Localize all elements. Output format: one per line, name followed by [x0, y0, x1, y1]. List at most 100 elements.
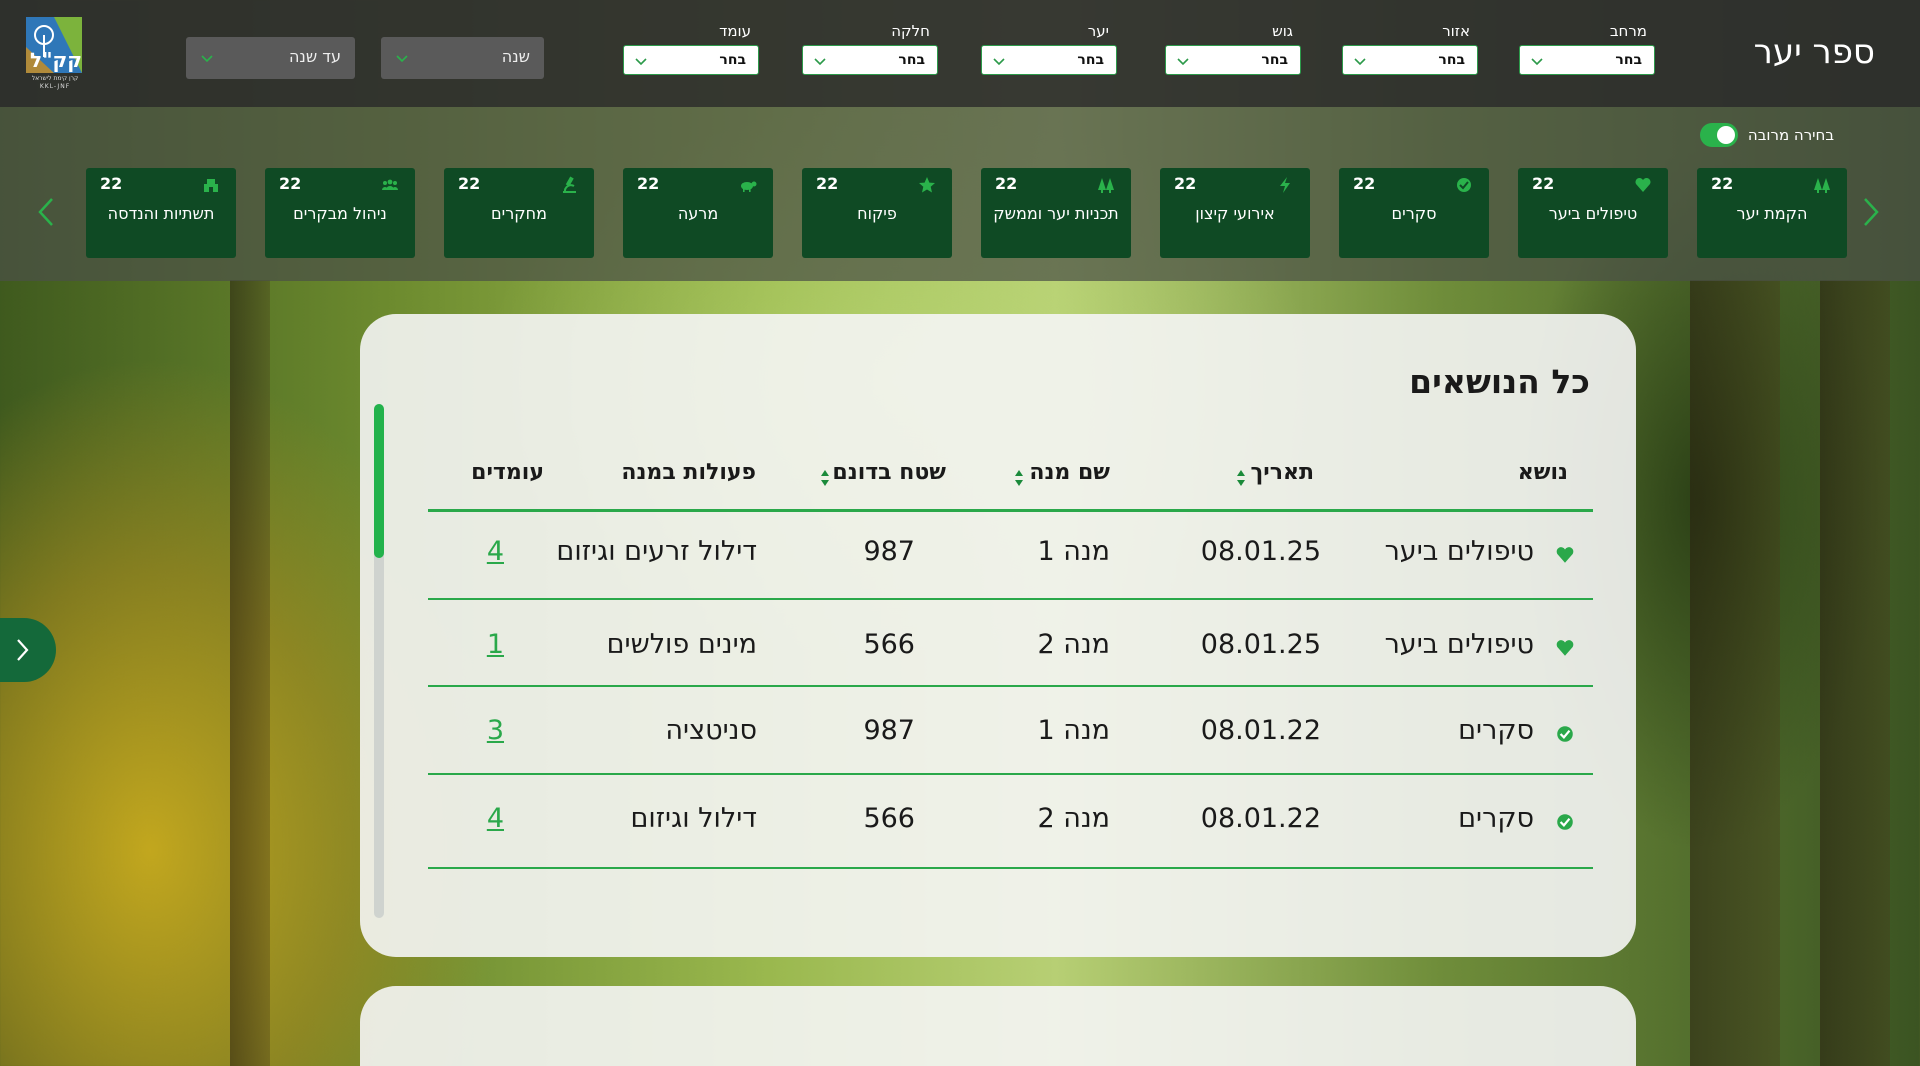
select-value: בחר — [1438, 52, 1465, 68]
category-card-extreme-events[interactable]: 22 אירועי קיצון — [1160, 168, 1310, 258]
category-card-visitor-management[interactable]: 22 ניהול מבקרים — [265, 168, 415, 258]
cell-topic: סקרים — [1458, 803, 1534, 834]
heart-icon — [1556, 547, 1574, 563]
helka-select[interactable]: בחר — [802, 45, 938, 75]
survey-icon — [1557, 726, 1573, 742]
ezor-select[interactable]: בחר — [1342, 45, 1478, 75]
category-count: 22 — [637, 174, 660, 193]
row-divider — [428, 598, 1593, 600]
chevron-down-icon — [635, 58, 647, 66]
filter-merhav: מרחב בחר — [1519, 22, 1655, 75]
column-header-date[interactable]: תאריך — [1251, 460, 1314, 485]
engineering-icon — [204, 179, 218, 192]
category-card-forest-treatments[interactable]: 22 טיפולים ביער — [1518, 168, 1668, 258]
background-trunk — [1820, 280, 1890, 1066]
column-header-portion-name[interactable]: שם מנה — [1029, 460, 1110, 485]
chevron-down-icon — [1531, 58, 1543, 66]
category-name: תכניות יער וממשק — [993, 204, 1119, 223]
column-header-actions: פעולות במנה — [621, 460, 756, 485]
sort-icon[interactable] — [1014, 466, 1024, 490]
top-header: קק"ל קרן קימת לישראל KKL-JNF ספר יער מרח… — [0, 0, 1920, 107]
multi-select-toggle-wrap: בחירה מרובה — [1699, 123, 1834, 147]
category-name: תשתיות והנדסה — [107, 204, 215, 223]
scrollbar-thumb[interactable] — [374, 404, 384, 558]
select-value: עד שנה — [288, 47, 341, 66]
category-count: 22 — [100, 174, 123, 193]
category-name: פיקוח — [857, 204, 897, 223]
filter-omed: עומד בחר — [623, 22, 759, 75]
cell-area: 566 — [863, 803, 915, 834]
category-card-forest-establishment[interactable]: 22 הקמת יער — [1697, 168, 1847, 258]
select-value: בחר — [719, 52, 746, 68]
gush-select[interactable]: בחר — [1165, 45, 1301, 75]
category-card-research[interactable]: 22 מחקרים — [444, 168, 594, 258]
multi-select-toggle[interactable] — [1699, 123, 1738, 147]
sort-icon[interactable] — [1236, 466, 1246, 490]
chevron-left-icon[interactable] — [35, 195, 57, 229]
chevron-down-icon — [814, 58, 826, 66]
cell-portion: מנה 2 — [1037, 629, 1110, 660]
cell-stands-link[interactable]: 4 — [487, 536, 504, 567]
chevron-down-icon — [1354, 58, 1366, 66]
cell-area: 566 — [863, 629, 915, 660]
select-value: בחר — [898, 52, 925, 68]
cell-date: 08.01.22 — [1200, 803, 1321, 834]
background-trunk — [230, 280, 270, 1066]
cell-date: 08.01.25 — [1200, 536, 1321, 567]
cell-stands-link[interactable]: 1 — [487, 629, 504, 660]
kkl-logo[interactable]: קק"ל קרן קימת לישראל KKL-JNF — [26, 17, 84, 90]
category-card-forest-plans[interactable]: 22 תכניות יער וממשק — [981, 168, 1131, 258]
chevron-down-icon — [396, 55, 408, 63]
category-count: 22 — [816, 174, 839, 193]
cell-area: 987 — [863, 536, 915, 567]
category-count: 22 — [1353, 174, 1376, 193]
omed-select[interactable]: בחר — [623, 45, 759, 75]
forest-plan-icon — [1098, 178, 1114, 193]
chevron-right-icon[interactable] — [1860, 195, 1882, 229]
category-card-supervision[interactable]: 22 פיקוח — [802, 168, 952, 258]
cell-stands-link[interactable]: 3 — [487, 715, 504, 746]
cell-stands-link[interactable]: 4 — [487, 803, 504, 834]
cell-topic: סקרים — [1458, 715, 1534, 746]
cell-date: 08.01.22 — [1200, 715, 1321, 746]
filter-ezor: אזור בחר — [1342, 22, 1478, 75]
category-card-surveys[interactable]: 22 סקרים — [1339, 168, 1489, 258]
category-count: 22 — [995, 174, 1018, 193]
filter-gush: גוש בחר — [1165, 22, 1301, 75]
multi-select-label: בחירה מרובה — [1747, 126, 1834, 144]
category-name: סקרים — [1391, 204, 1437, 223]
year-to-select[interactable]: עד שנה — [186, 37, 355, 79]
category-name: מרעה — [677, 204, 719, 223]
cell-actions: סניטציה — [665, 715, 757, 746]
merhav-select[interactable]: בחר — [1519, 45, 1655, 75]
category-count: 22 — [279, 174, 302, 193]
column-header-topic: נושא — [1517, 460, 1568, 485]
page-title: ספר יער — [1753, 32, 1875, 72]
category-count: 22 — [1711, 174, 1734, 193]
chevron-down-icon — [201, 55, 213, 63]
cell-actions: דילול וגיזום — [630, 803, 757, 834]
column-header-area[interactable]: שטח בדונם — [832, 460, 946, 485]
filter-label: מרחב — [1609, 22, 1647, 40]
logo-subtext: KKL-JNF — [40, 83, 70, 90]
year-from-select[interactable]: שנה — [381, 37, 544, 79]
side-panel-toggle[interactable] — [0, 618, 56, 682]
select-value: שנה — [501, 47, 530, 66]
cell-area: 987 — [863, 715, 915, 746]
cell-portion: מנה 1 — [1037, 715, 1110, 746]
category-card-grazing[interactable]: 22 מרעה — [623, 168, 773, 258]
yaar-select[interactable]: בחר — [981, 45, 1117, 75]
category-name: אירועי קיצון — [1195, 204, 1275, 223]
cell-topic: טיפולים ביער — [1384, 629, 1534, 660]
secondary-card — [360, 986, 1636, 1066]
filter-label: עומד — [719, 22, 751, 40]
sort-icon[interactable] — [820, 466, 830, 490]
category-name: ניהול מבקרים — [293, 204, 387, 223]
filter-label: גוש — [1272, 22, 1293, 40]
cell-date: 08.01.25 — [1200, 629, 1321, 660]
background-trunk — [1690, 280, 1780, 1066]
column-header-stands: עומדים — [471, 460, 544, 485]
filter-label: יער — [1087, 22, 1109, 40]
logo-caption: קרן קימת לישראל — [32, 75, 79, 82]
category-card-infrastructure[interactable]: 22 תשתיות והנדסה — [86, 168, 236, 258]
